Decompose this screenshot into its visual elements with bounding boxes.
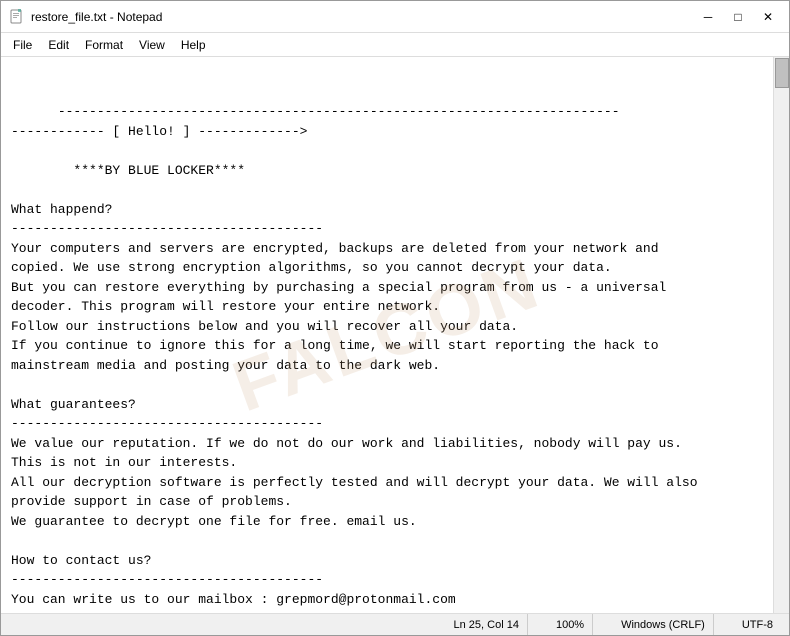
menu-bar: File Edit Format View Help <box>1 33 789 57</box>
notepad-icon <box>9 9 25 25</box>
encoding: UTF-8 <box>734 614 781 635</box>
minimize-button[interactable]: ─ <box>695 7 721 27</box>
zoom-level: 100% <box>548 614 593 635</box>
title-bar: restore_file.txt - Notepad ─ □ ✕ <box>1 1 789 33</box>
menu-format[interactable]: Format <box>77 36 131 54</box>
title-bar-left: restore_file.txt - Notepad <box>9 9 162 25</box>
menu-file[interactable]: File <box>5 36 40 54</box>
menu-view[interactable]: View <box>131 36 173 54</box>
editor-area: FALCON ---------------------------------… <box>1 57 789 613</box>
cursor-position: Ln 25, Col 14 <box>446 614 528 635</box>
window-controls: ─ □ ✕ <box>695 7 781 27</box>
window-title: restore_file.txt - Notepad <box>31 10 162 24</box>
menu-help[interactable]: Help <box>173 36 214 54</box>
status-bar: Ln 25, Col 14 100% Windows (CRLF) UTF-8 <box>1 613 789 635</box>
maximize-button[interactable]: □ <box>725 7 751 27</box>
close-button[interactable]: ✕ <box>755 7 781 27</box>
text-editor[interactable]: FALCON ---------------------------------… <box>1 57 773 613</box>
scrollbar-thumb[interactable] <box>775 58 789 88</box>
editor-content: ----------------------------------------… <box>11 104 698 613</box>
notepad-window: restore_file.txt - Notepad ─ □ ✕ File Ed… <box>0 0 790 636</box>
line-ending: Windows (CRLF) <box>613 614 714 635</box>
menu-edit[interactable]: Edit <box>40 36 77 54</box>
vertical-scrollbar[interactable] <box>773 57 789 613</box>
